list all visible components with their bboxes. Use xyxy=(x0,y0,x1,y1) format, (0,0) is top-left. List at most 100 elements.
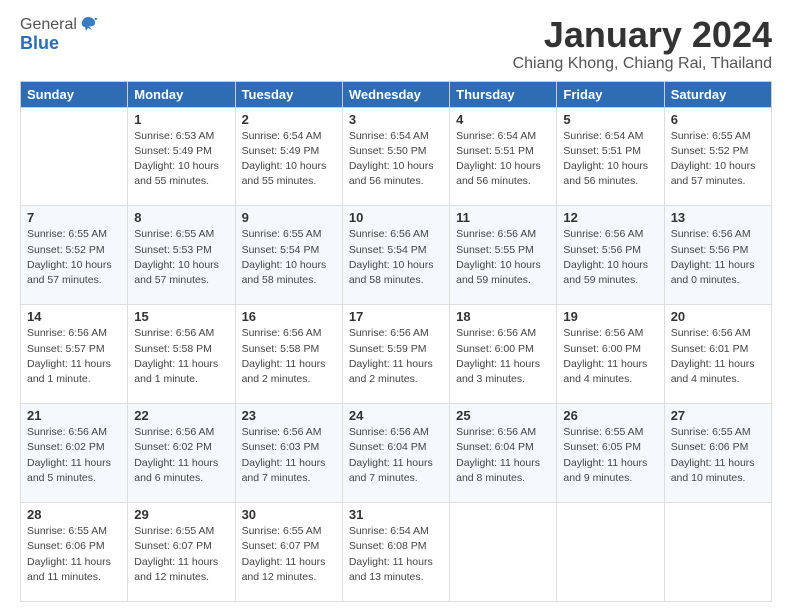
logo-bird-icon xyxy=(78,15,98,35)
day-number: 1 xyxy=(134,112,228,127)
day-info: Sunrise: 6:54 AM Sunset: 5:50 PM Dayligh… xyxy=(349,129,443,190)
day-info: Sunrise: 6:56 AM Sunset: 6:02 PM Dayligh… xyxy=(134,425,228,486)
day-number: 22 xyxy=(134,408,228,423)
calendar-cell: 21 Sunrise: 6:56 AM Sunset: 6:02 PM Dayli… xyxy=(21,404,128,503)
day-info: Sunrise: 6:55 AM Sunset: 5:52 PM Dayligh… xyxy=(27,227,121,288)
day-number: 23 xyxy=(242,408,336,423)
day-info: Sunrise: 6:55 AM Sunset: 5:54 PM Dayligh… xyxy=(242,227,336,288)
calendar-cell: 13Sunrise: 6:56 AM Sunset: 5:56 PM Dayli… xyxy=(664,206,771,305)
day-info: Sunrise: 6:56 AM Sunset: 5:55 PM Dayligh… xyxy=(456,227,550,288)
calendar-cell: 17 Sunrise: 6:56 AM Sunset: 5:59 PM Dayli… xyxy=(342,305,449,404)
day-number: 3 xyxy=(349,112,443,127)
day-info: Sunrise: 6:54 AM Sunset: 6:08 PM Dayligh… xyxy=(349,524,443,585)
weekday-header-row: SundayMondayTuesdayWednesdayThursdayFrid… xyxy=(21,81,772,107)
day-info: Sunrise: 6:53 AM Sunset: 5:49 PM Dayligh… xyxy=(134,129,228,190)
calendar-cell: 31 Sunrise: 6:54 AM Sunset: 6:08 PM Dayli… xyxy=(342,503,449,602)
day-number: 16 xyxy=(242,309,336,324)
logo: General Blue xyxy=(20,15,98,54)
calendar-cell: 4 Sunrise: 6:54 AM Sunset: 5:51 PM Daylig… xyxy=(450,107,557,206)
weekday-header-cell: Tuesday xyxy=(235,81,342,107)
day-info: Sunrise: 6:55 AM Sunset: 6:06 PM Dayligh… xyxy=(671,425,765,486)
day-info: Sunrise: 6:56 AM Sunset: 5:59 PM Dayligh… xyxy=(349,326,443,387)
calendar-cell: 25Sunrise: 6:56 AM Sunset: 6:04 PM Dayli… xyxy=(450,404,557,503)
calendar-cell xyxy=(21,107,128,206)
day-number: 6 xyxy=(671,112,765,127)
calendar-cell: 28 Sunrise: 6:55 AM Sunset: 6:06 PM Dayli… xyxy=(21,503,128,602)
calendar-cell: 7Sunrise: 6:55 AM Sunset: 5:52 PM Daylig… xyxy=(21,206,128,305)
day-info: Sunrise: 6:54 AM Sunset: 5:51 PM Dayligh… xyxy=(563,129,657,190)
day-number: 10 xyxy=(349,210,443,225)
day-number: 30 xyxy=(242,507,336,522)
location-title: Chiang Khong, Chiang Rai, Thailand xyxy=(513,55,772,73)
day-number: 15 xyxy=(134,309,228,324)
day-info: Sunrise: 6:55 AM Sunset: 5:53 PM Dayligh… xyxy=(134,227,228,288)
day-info: Sunrise: 6:56 AM Sunset: 5:56 PM Dayligh… xyxy=(563,227,657,288)
day-number: 24 xyxy=(349,408,443,423)
day-number: 4 xyxy=(456,112,550,127)
day-info: Sunrise: 6:56 AM Sunset: 5:57 PM Dayligh… xyxy=(27,326,121,387)
day-number: 20 xyxy=(671,309,765,324)
day-number: 14 xyxy=(27,309,121,324)
calendar-cell: 1 Sunrise: 6:53 AM Sunset: 5:49 PM Daylig… xyxy=(128,107,235,206)
calendar-cell: 8 Sunrise: 6:55 AM Sunset: 5:53 PM Daylig… xyxy=(128,206,235,305)
title-section: January 2024 Chiang Khong, Chiang Rai, T… xyxy=(513,15,772,73)
day-number: 25 xyxy=(456,408,550,423)
day-info: Sunrise: 6:55 AM Sunset: 6:07 PM Dayligh… xyxy=(242,524,336,585)
calendar-cell: 14 Sunrise: 6:56 AM Sunset: 5:57 PM Dayli… xyxy=(21,305,128,404)
page-header: General Blue January 2024 Chiang Khong, … xyxy=(20,15,772,73)
day-info: Sunrise: 6:55 AM Sunset: 6:07 PM Dayligh… xyxy=(134,524,228,585)
day-info: Sunrise: 6:55 AM Sunset: 5:52 PM Dayligh… xyxy=(671,129,765,190)
day-info: Sunrise: 6:56 AM Sunset: 6:00 PM Dayligh… xyxy=(563,326,657,387)
calendar-cell xyxy=(664,503,771,602)
weekday-header-cell: Saturday xyxy=(664,81,771,107)
calendar-cell: 9 Sunrise: 6:55 AM Sunset: 5:54 PM Daylig… xyxy=(235,206,342,305)
day-info: Sunrise: 6:55 AM Sunset: 6:05 PM Dayligh… xyxy=(563,425,657,486)
day-info: Sunrise: 6:55 AM Sunset: 6:06 PM Dayligh… xyxy=(27,524,121,585)
day-number: 29 xyxy=(134,507,228,522)
calendar-body: 1 Sunrise: 6:53 AM Sunset: 5:49 PM Daylig… xyxy=(21,107,772,601)
calendar-cell: 29 Sunrise: 6:55 AM Sunset: 6:07 PM Dayli… xyxy=(128,503,235,602)
logo-general-text: General xyxy=(20,16,77,34)
calendar-cell: 3 Sunrise: 6:54 AM Sunset: 5:50 PM Daylig… xyxy=(342,107,449,206)
calendar-cell: 2 Sunrise: 6:54 AM Sunset: 5:49 PM Daylig… xyxy=(235,107,342,206)
weekday-header-cell: Friday xyxy=(557,81,664,107)
calendar-cell: 12 Sunrise: 6:56 AM Sunset: 5:56 PM Dayli… xyxy=(557,206,664,305)
calendar-cell: 11Sunrise: 6:56 AM Sunset: 5:55 PM Dayli… xyxy=(450,206,557,305)
day-number: 28 xyxy=(27,507,121,522)
day-number: 31 xyxy=(349,507,443,522)
day-number: 21 xyxy=(27,408,121,423)
day-info: Sunrise: 6:54 AM Sunset: 5:49 PM Dayligh… xyxy=(242,129,336,190)
day-number: 19 xyxy=(563,309,657,324)
calendar-cell xyxy=(557,503,664,602)
calendar-week-row: 14 Sunrise: 6:56 AM Sunset: 5:57 PM Dayli… xyxy=(21,305,772,404)
calendar-cell: 22 Sunrise: 6:56 AM Sunset: 6:02 PM Dayli… xyxy=(128,404,235,503)
day-number: 18 xyxy=(456,309,550,324)
calendar-cell: 20Sunrise: 6:56 AM Sunset: 6:01 PM Dayli… xyxy=(664,305,771,404)
day-number: 12 xyxy=(563,210,657,225)
day-info: Sunrise: 6:54 AM Sunset: 5:51 PM Dayligh… xyxy=(456,129,550,190)
day-info: Sunrise: 6:56 AM Sunset: 6:04 PM Dayligh… xyxy=(349,425,443,486)
calendar-cell: 5Sunrise: 6:54 AM Sunset: 5:51 PM Daylig… xyxy=(557,107,664,206)
calendar-cell: 30 Sunrise: 6:55 AM Sunset: 6:07 PM Dayli… xyxy=(235,503,342,602)
calendar-cell: 24 Sunrise: 6:56 AM Sunset: 6:04 PM Dayli… xyxy=(342,404,449,503)
day-info: Sunrise: 6:56 AM Sunset: 5:58 PM Dayligh… xyxy=(134,326,228,387)
day-number: 26 xyxy=(563,408,657,423)
day-number: 8 xyxy=(134,210,228,225)
calendar-week-row: 21 Sunrise: 6:56 AM Sunset: 6:02 PM Dayli… xyxy=(21,404,772,503)
calendar-cell xyxy=(450,503,557,602)
day-number: 9 xyxy=(242,210,336,225)
day-number: 2 xyxy=(242,112,336,127)
day-info: Sunrise: 6:56 AM Sunset: 5:58 PM Dayligh… xyxy=(242,326,336,387)
weekday-header-cell: Sunday xyxy=(21,81,128,107)
calendar-week-row: 28 Sunrise: 6:55 AM Sunset: 6:06 PM Dayli… xyxy=(21,503,772,602)
day-info: Sunrise: 6:56 AM Sunset: 6:03 PM Dayligh… xyxy=(242,425,336,486)
weekday-header-cell: Monday xyxy=(128,81,235,107)
calendar-week-row: 1 Sunrise: 6:53 AM Sunset: 5:49 PM Daylig… xyxy=(21,107,772,206)
calendar-cell: 26 Sunrise: 6:55 AM Sunset: 6:05 PM Dayli… xyxy=(557,404,664,503)
day-number: 17 xyxy=(349,309,443,324)
calendar-cell: 16 Sunrise: 6:56 AM Sunset: 5:58 PM Dayli… xyxy=(235,305,342,404)
calendar-cell: 23 Sunrise: 6:56 AM Sunset: 6:03 PM Dayli… xyxy=(235,404,342,503)
day-info: Sunrise: 6:56 AM Sunset: 6:00 PM Dayligh… xyxy=(456,326,550,387)
calendar-cell: 6 Sunrise: 6:55 AM Sunset: 5:52 PM Daylig… xyxy=(664,107,771,206)
day-info: Sunrise: 6:56 AM Sunset: 6:02 PM Dayligh… xyxy=(27,425,121,486)
